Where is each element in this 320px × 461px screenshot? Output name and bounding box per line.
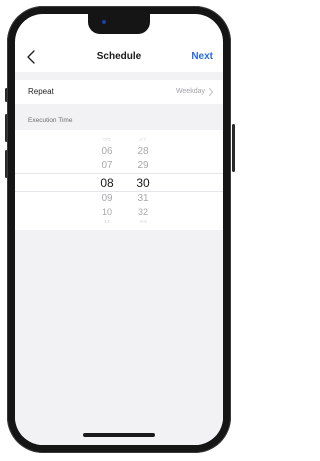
power-button: [232, 124, 235, 172]
minute-option[interactable]: 33: [128, 220, 158, 224]
hour-option-selected[interactable]: 08: [92, 176, 122, 190]
minute-option[interactable]: 29: [128, 160, 158, 171]
repeat-row[interactable]: Repeat Weekday: [15, 80, 223, 104]
device-stage: Schedule Next Repeat Weekday Execution T…: [0, 0, 240, 461]
content-background: [15, 230, 223, 445]
front-camera-icon: [102, 20, 106, 24]
minute-option[interactable]: 32: [128, 207, 158, 217]
minute-option[interactable]: 28: [128, 146, 158, 157]
minute-wheel[interactable]: 27 28 29 30 31 32 33: [128, 130, 158, 230]
back-button[interactable]: [25, 48, 39, 66]
chevron-left-icon: [27, 50, 35, 64]
minute-option[interactable]: 27: [128, 138, 158, 142]
section-divider: [15, 72, 223, 80]
execution-time-label: Execution Time: [28, 117, 73, 124]
hour-option[interactable]: 11: [92, 220, 122, 224]
hour-option[interactable]: 09: [92, 193, 122, 204]
minute-option[interactable]: 31: [128, 193, 158, 204]
notch: [88, 14, 150, 34]
home-indicator: [83, 433, 155, 437]
execution-time-header: Execution Time: [15, 104, 223, 130]
time-picker[interactable]: 05 06 07 08 09 10 11 27 28 29 30 31 32 3…: [15, 130, 223, 230]
nav-header: Schedule Next: [15, 42, 223, 72]
hour-option[interactable]: 07: [92, 160, 122, 171]
repeat-label: Repeat: [28, 87, 54, 96]
hour-wheel[interactable]: 05 06 07 08 09 10 11: [92, 130, 122, 230]
hour-option[interactable]: 06: [92, 146, 122, 157]
hour-option[interactable]: 10: [92, 207, 122, 217]
next-button[interactable]: Next: [191, 51, 213, 62]
hour-option[interactable]: 05: [92, 138, 122, 142]
chevron-right-icon: [209, 88, 213, 96]
phone-frame: Schedule Next Repeat Weekday Execution T…: [7, 6, 231, 453]
repeat-value: Weekday: [175, 88, 205, 95]
minute-option-selected[interactable]: 30: [128, 176, 158, 190]
phone-screen: Schedule Next Repeat Weekday Execution T…: [15, 14, 223, 445]
